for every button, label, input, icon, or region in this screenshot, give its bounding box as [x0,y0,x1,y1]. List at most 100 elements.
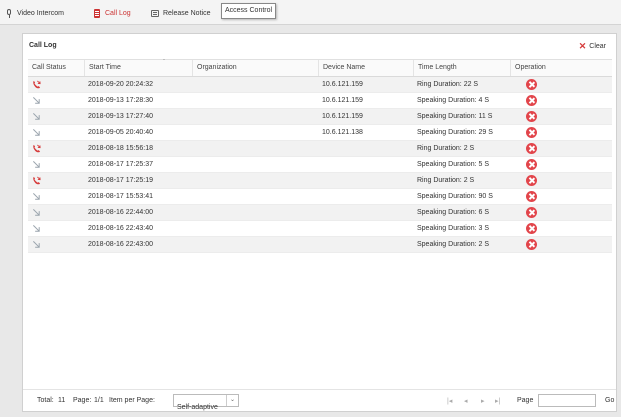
start-time-cell: 2018-08-17 17:25:37 [88,161,153,168]
organization-cell [192,205,318,220]
call-status-cell [28,189,84,204]
start-time-cell: 2018-08-18 15:56:18 [88,145,153,152]
call-status-cell [28,77,84,92]
outgoing-call-icon [32,112,40,120]
column-header-device-name[interactable]: Device Name [318,60,413,76]
table-row: 2018-09-13 17:28:30 10.6.121.159 Speaking … [28,93,612,109]
microphone-icon [5,8,13,18]
time-length-cell: Speaking Duration: 5 S [417,161,489,168]
organization-cell [192,141,318,156]
table-row: 2018-08-16 22:43:40 Speaking Duration: 3 … [28,221,612,237]
table-row: 2018-08-16 22:43:00 Speaking Duration: 2 … [28,237,612,253]
tab-video-intercom[interactable]: Video Intercom [5,5,64,21]
table-row: 2018-09-13 17:27:40 10.6.121.159 Speaking … [28,109,612,125]
last-page-icon[interactable]: ▸| [495,397,500,405]
operation-cell [510,157,612,172]
tab-call-log[interactable]: Call Log [93,5,131,21]
time-length-cell: Speaking Duration: 4 S [417,97,489,104]
delete-record-icon[interactable] [526,239,537,250]
time-length-cell: Ring Duration: 22 S [417,81,479,88]
column-header-operation[interactable]: Operation [510,60,612,76]
start-time-cell: 2018-08-16 22:43:40 [88,225,153,232]
outgoing-call-icon [32,208,40,216]
total-value: 11 [58,397,66,404]
table-row: 2018-08-17 17:25:19 Ring Duration: 2 S [28,173,612,189]
column-header-call-status[interactable]: Call Status [28,60,84,76]
table-row: 2018-08-16 22:44:00 Speaking Duration: 6 … [28,205,612,221]
delete-record-icon[interactable] [526,127,537,138]
table-row: 2018-08-17 15:53:41 Speaking Duration: 90… [28,189,612,205]
column-header-label: Start Time [89,64,121,71]
column-header-organization[interactable]: Organization [192,60,318,76]
per-page-label: Item per Page: [109,397,155,404]
prev-page-icon[interactable]: ◂ [464,397,468,405]
operation-cell [510,109,612,124]
device-name-cell [318,237,413,252]
device-name-cell [318,141,413,156]
device-name-cell: 10.6.121.138 [322,129,363,136]
operation-cell [510,141,612,156]
delete-record-icon[interactable] [526,95,537,106]
device-name-cell: 10.6.121.159 [322,81,363,88]
organization-cell [192,237,318,252]
time-length-cell: Speaking Duration: 2 S [417,241,489,248]
device-name-cell [318,157,413,172]
organization-cell [192,157,318,172]
outgoing-call-icon [32,160,40,168]
clear-button[interactable]: ✕ Clear [578,41,606,51]
start-time-cell: 2018-09-13 17:28:30 [88,97,153,104]
goto-page-label: Page [517,397,534,404]
delete-record-icon[interactable] [526,175,537,186]
time-length-cell: Ring Duration: 2 S [417,145,475,152]
go-button[interactable]: Go [605,397,614,404]
table-header: Call Status Start Time ˆ Organization De… [28,59,612,77]
tab-release-notice[interactable]: Release Notice [151,5,210,21]
call-status-cell [28,173,84,188]
delete-record-icon[interactable] [526,111,537,122]
operation-cell [510,93,612,108]
close-icon: ✕ [578,41,587,51]
column-header-time-length[interactable]: Time Length [413,60,510,76]
device-name-cell [318,173,413,188]
time-length-cell: Speaking Duration: 6 S [417,209,489,216]
total-label: Total: [37,397,54,404]
table-row: 2018-08-18 15:56:18 Ring Duration: 2 S [28,141,612,157]
delete-record-icon[interactable] [526,79,537,90]
delete-record-icon[interactable] [526,159,537,170]
items-per-page-select[interactable]: Self-adaptive ⌄ [173,394,239,411]
delete-record-icon[interactable] [526,207,537,218]
next-page-icon[interactable]: ▸ [481,397,485,405]
delete-record-icon[interactable] [526,191,537,202]
start-time-cell: 2018-09-05 20:40:40 [88,129,153,136]
tab-label: Release Notice [163,9,211,17]
missed-call-icon [33,80,41,89]
operation-cell [510,237,612,252]
call-status-cell [28,125,84,140]
outgoing-call-icon [32,96,40,104]
table-row: 2018-09-20 20:24:32 10.6.121.159 Ring Dura… [28,77,612,93]
time-length-cell: Speaking Duration: 3 S [417,225,489,232]
outgoing-call-icon [32,240,40,248]
page-number-input[interactable] [538,394,596,407]
device-name-cell: 10.6.121.159 [322,113,363,120]
items-per-page-value: Self-adaptive [177,404,218,411]
outgoing-call-icon [32,224,40,232]
table-body: 2018-09-20 20:24:32 10.6.121.159 Ring Dura… [28,77,612,253]
device-name-cell: 10.6.121.159 [322,97,363,104]
start-time-cell: 2018-08-16 22:44:00 [88,209,153,216]
pagination-bar: Total: 11 Page: 1/1 Item per Page: Self-… [23,389,616,412]
missed-call-icon [33,144,41,153]
time-length-cell: Ring Duration: 2 S [417,177,475,184]
time-length-cell: Speaking Duration: 29 S [417,129,493,136]
organization-cell [192,77,318,92]
column-header-start-time[interactable]: Start Time ˆ [84,60,192,76]
start-time-cell: 2018-08-16 22:43:00 [88,241,153,248]
call-log-icon [93,8,101,18]
table-row: 2018-08-17 17:25:37 Speaking Duration: 5 … [28,157,612,173]
time-length-cell: Speaking Duration: 11 S [417,113,493,120]
call-log-panel: Call Log ✕ Clear Call Status Start Time … [22,33,617,412]
first-page-icon[interactable]: |◂ [447,397,452,405]
delete-record-icon[interactable] [526,223,537,234]
delete-record-icon[interactable] [526,143,537,154]
device-name-cell [318,189,413,204]
